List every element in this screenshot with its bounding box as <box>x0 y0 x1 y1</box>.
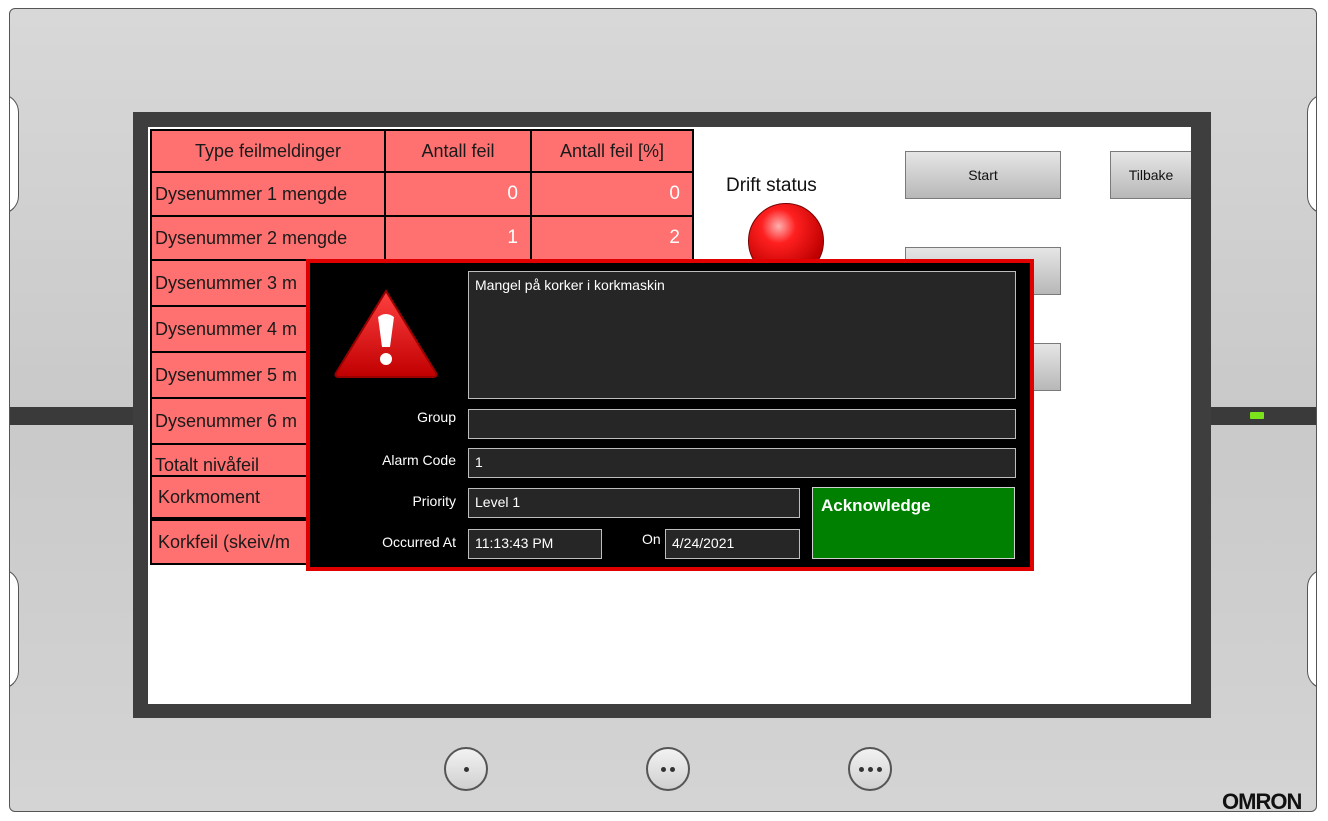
table-row-percent: 2 <box>530 215 694 261</box>
table-row-label: Dysenummer 1 mengde <box>150 171 386 217</box>
side-band <box>10 407 135 425</box>
table-header-count: Antall feil <box>384 129 532 173</box>
alarm-code-label: Alarm Code <box>382 452 456 468</box>
drift-status-label: Drift status <box>726 175 817 196</box>
table-row-percent: 0 <box>530 171 694 217</box>
table-row-count: 0 <box>384 171 532 217</box>
one-dot-key[interactable] <box>444 747 488 791</box>
frame-notch <box>1307 94 1316 214</box>
warning-triangle-icon <box>332 287 440 384</box>
occurred-at-label: Occurred At <box>382 534 456 550</box>
table-row-count: 1 <box>384 215 532 261</box>
group-field <box>468 409 1016 439</box>
screen-bezel: Type feilmeldinger Antall feil Antall fe… <box>133 112 1211 718</box>
hmi-device-frame: Type feilmeldinger Antall feil Antall fe… <box>9 8 1317 812</box>
table-header-percent: Antall feil [%] <box>530 129 694 173</box>
on-label: On <box>642 531 661 547</box>
frame-notch <box>10 569 19 689</box>
back-button[interactable]: Tilbake <box>1110 151 1191 199</box>
alarm-message-field: Mangel på korker i korkmaskin <box>468 271 1016 399</box>
group-label: Group <box>417 409 456 425</box>
omron-logo: OMRON <box>1222 789 1302 812</box>
table-row-label: Dysenummer 2 mengde <box>150 215 386 261</box>
occurred-time-field: 11:13:43 PM <box>468 529 602 559</box>
table-header-type: Type feilmeldinger <box>150 129 386 173</box>
acknowledge-button[interactable]: Acknowledge <box>812 487 1015 559</box>
frame-notch <box>1307 569 1316 689</box>
frame-notch <box>10 94 19 214</box>
alarm-dialog: Mangel på korker i korkmaskin Group Alar… <box>306 259 1034 571</box>
two-dot-key[interactable] <box>646 747 690 791</box>
priority-field: Level 1 <box>468 488 800 518</box>
priority-label: Priority <box>412 493 456 509</box>
hmi-screen: Type feilmeldinger Antall feil Antall fe… <box>148 127 1191 704</box>
power-led <box>1250 412 1264 419</box>
occurred-date-field: 4/24/2021 <box>665 529 800 559</box>
alarm-code-field: 1 <box>468 448 1016 478</box>
start-button[interactable]: Start <box>905 151 1061 199</box>
three-dot-key[interactable] <box>848 747 892 791</box>
